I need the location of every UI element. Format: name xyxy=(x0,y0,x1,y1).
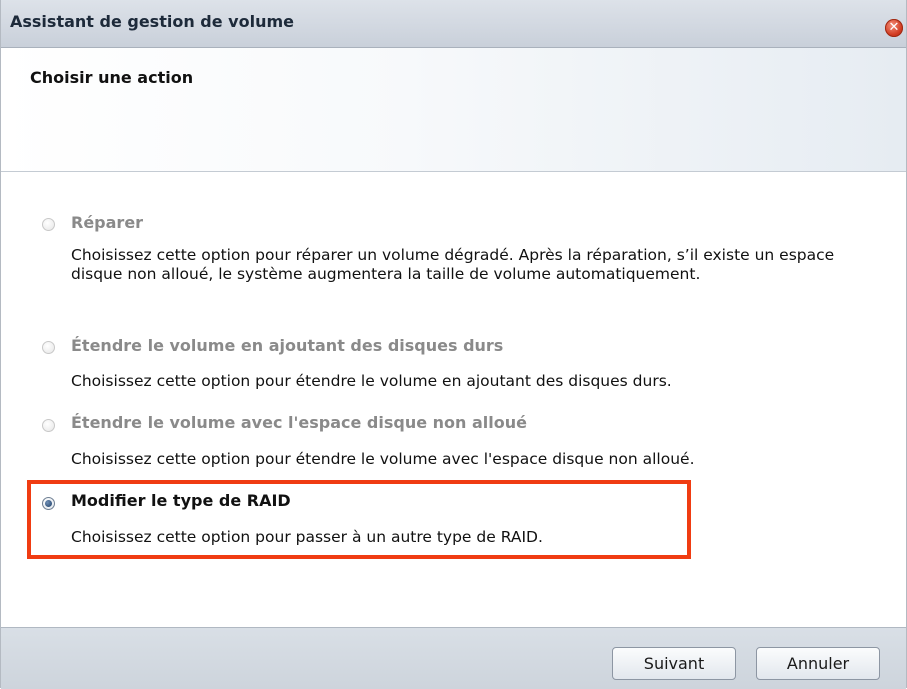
cancel-button[interactable]: Annuler xyxy=(756,647,880,680)
radio-repair[interactable] xyxy=(42,218,55,231)
option-description-repair: Choisissez cette option pour réparer un … xyxy=(71,246,835,283)
option-description-expand-add-disks: Choisissez cette option pour étendre le … xyxy=(71,372,672,390)
option-label-repair[interactable]: Réparer xyxy=(71,213,143,232)
highlight-box xyxy=(27,480,691,559)
wizard-header: Choisir une action xyxy=(1,48,906,172)
option-label-expand-unallocated[interactable]: Étendre le volume avec l'espace disque n… xyxy=(71,413,527,432)
radio-expand-add-disks[interactable] xyxy=(42,341,55,354)
wizard-footer: Suivant Annuler xyxy=(1,627,906,689)
option-description-expand-unallocated: Choisissez cette option pour étendre le … xyxy=(71,450,695,468)
step-heading: Choisir une action xyxy=(30,68,194,87)
wizard-window: Assistant de gestion de volume ✕ Choisir… xyxy=(0,0,907,689)
radio-expand-unallocated[interactable] xyxy=(42,419,55,432)
option-label-expand-add-disks[interactable]: Étendre le volume en ajoutant des disque… xyxy=(71,336,503,355)
title-bar: Assistant de gestion de volume ✕ xyxy=(1,0,906,48)
close-icon[interactable]: ✕ xyxy=(885,19,903,37)
next-button[interactable]: Suivant xyxy=(612,647,736,680)
window-title: Assistant de gestion de volume xyxy=(10,12,294,31)
